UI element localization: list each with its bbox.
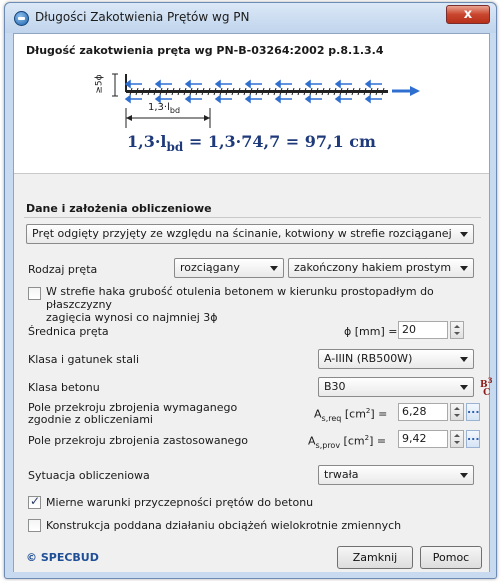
title-bar[interactable]: Długości Zakotwienia Prętów wg PN x bbox=[5, 3, 496, 33]
design-situation-select[interactable]: trwała bbox=[318, 465, 474, 485]
section-divider bbox=[24, 217, 481, 218]
chevron-down-icon bbox=[460, 385, 468, 390]
fatigue-load-checkbox[interactable] bbox=[28, 519, 41, 532]
bar-type-label: Rodzaj pręta bbox=[28, 263, 98, 276]
dim-label: 1,3·lbd bbox=[148, 102, 181, 115]
result-panel: Długość zakotwienia pręta wg PN-B-03264:… bbox=[14, 34, 489, 174]
design-situation-label: Sytuacja obliczeniowa bbox=[28, 469, 150, 482]
chevron-down-icon bbox=[460, 232, 468, 237]
client-area: Długość zakotwienia pręta wg PN-B-03264:… bbox=[13, 33, 492, 572]
brand-logo[interactable]: © SPECBUD bbox=[26, 551, 99, 564]
moderate-bond-checkbox[interactable] bbox=[28, 494, 41, 509]
concrete-class-select[interactable]: B30 bbox=[318, 377, 474, 397]
dialog-window: Długości Zakotwienia Prętów wg PN x Dług… bbox=[4, 2, 497, 579]
as-req-dialog-button[interactable]: ... bbox=[466, 403, 480, 421]
hook-cover-checkbox[interactable] bbox=[28, 287, 41, 300]
as-prov-unit: As,prov [cm2] = bbox=[308, 434, 387, 450]
bar-end-select[interactable]: zakończony hakiem prostym bbox=[288, 258, 474, 278]
bond-arrows-top bbox=[124, 79, 382, 89]
concrete-class-label: Klasa betonu bbox=[28, 381, 100, 394]
steel-class-select[interactable]: A-IIIN (RB500W) bbox=[318, 349, 474, 369]
diameter-input[interactable]: 20 bbox=[398, 321, 448, 339]
result-formula: 1,3·lbd = 1,3·74,7 = 97,1 cm bbox=[127, 132, 376, 155]
chevron-down-icon bbox=[460, 357, 468, 362]
moderate-bond-label: Mierne warunki przyczepności prętów do b… bbox=[46, 496, 314, 509]
chevron-down-icon bbox=[460, 266, 468, 271]
chevron-down-icon bbox=[270, 266, 278, 271]
as-prov-dialog-button[interactable]: ... bbox=[466, 430, 480, 448]
app-icon bbox=[14, 11, 29, 26]
close-button[interactable]: x bbox=[446, 5, 490, 24]
as-req-input[interactable]: 6,28 bbox=[398, 403, 448, 421]
concrete-properties-icon[interactable]: B3 C bbox=[480, 377, 492, 398]
phi-dim-label: ≥5ϕ bbox=[94, 74, 105, 94]
window-title: Długości Zakotwienia Prętów wg PN bbox=[35, 10, 250, 24]
as-prov-spinner[interactable] bbox=[450, 430, 464, 448]
bar-case-select[interactable]: Pręt odgięty przyjęty ze względu na ścin… bbox=[26, 224, 474, 244]
result-heading: Długość zakotwienia pręta wg PN-B-03264:… bbox=[26, 44, 384, 57]
anchorage-diagram bbox=[112, 73, 420, 128]
as-req-spinner[interactable] bbox=[450, 403, 464, 421]
diameter-label: Średnica pręta bbox=[28, 325, 109, 338]
diameter-unit: ϕ [mm] = bbox=[344, 325, 398, 338]
steel-class-label: Klasa i gatunek stali bbox=[28, 353, 140, 366]
close-dialog-button[interactable]: Zamknij bbox=[337, 546, 413, 569]
diameter-spinner[interactable] bbox=[450, 321, 464, 339]
as-prov-label: Pole przekroju zbrojenia zastosowanego bbox=[28, 434, 249, 447]
chevron-down-icon bbox=[460, 473, 468, 478]
hook-cover-label: W strefie haka grubość otulenia betonem … bbox=[46, 285, 434, 324]
fatigue-load-label: Konstrukcja poddana działaniu obciążeń w… bbox=[46, 519, 402, 532]
footer: © SPECBUD Zamknij Pomoc bbox=[14, 538, 489, 572]
section-title: Dane i założenia obliczeniowe bbox=[26, 202, 212, 215]
help-button[interactable]: Pomoc bbox=[420, 546, 482, 569]
as-req-unit: As,req [cm2] = bbox=[314, 407, 388, 423]
bar-type-select[interactable]: rozciągany bbox=[174, 258, 284, 278]
as-prov-input[interactable]: 9,42 bbox=[398, 430, 448, 448]
as-req-label: Pole przekroju zbrojenia wymaganego zgod… bbox=[28, 401, 238, 426]
